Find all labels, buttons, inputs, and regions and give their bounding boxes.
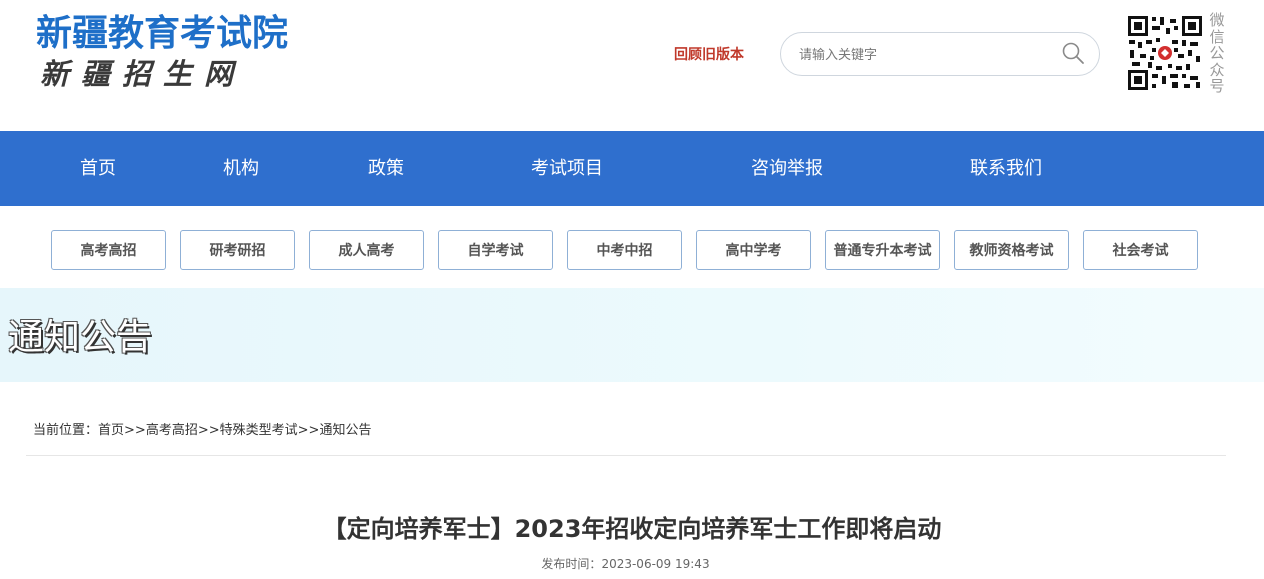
tab-high-school-exam[interactable]: 高中学考 bbox=[696, 230, 811, 270]
main-nav: 首页 机构 政策 考试项目 咨询举报 联系我们 bbox=[0, 131, 1264, 206]
article-title: 【定向培养军士】2023年招收定向培养军士工作即将启动 bbox=[322, 515, 942, 543]
search-input[interactable] bbox=[797, 43, 1051, 67]
nav-item-policy[interactable]: 政策 bbox=[368, 131, 404, 206]
tab-social-exam[interactable]: 社会考试 bbox=[1083, 230, 1198, 270]
breadcrumb-separator: >> bbox=[197, 423, 220, 438]
section-banner: 通知公告 bbox=[0, 288, 1264, 382]
tab-teacher-qualification[interactable]: 教师资格考试 bbox=[954, 230, 1069, 270]
logo-subtitle: 新疆招生网 bbox=[40, 57, 246, 91]
tab-graduate-exam[interactable]: 研考研招 bbox=[180, 230, 295, 270]
breadcrumb-separator: >> bbox=[124, 423, 146, 438]
tab-upgrade-exam[interactable]: 普通专升本考试 bbox=[825, 230, 940, 270]
divider bbox=[26, 455, 1226, 456]
breadcrumb-item-special-exam[interactable]: 特殊类型考试 bbox=[220, 423, 298, 438]
search-box bbox=[780, 32, 1100, 76]
nav-item-exam-projects[interactable]: 考试项目 bbox=[531, 131, 603, 206]
nav-item-home[interactable]: 首页 bbox=[80, 131, 116, 206]
tab-self-study-exam[interactable]: 自学考试 bbox=[438, 230, 553, 270]
search-icon[interactable] bbox=[1061, 41, 1085, 65]
section-title: 通知公告 bbox=[8, 317, 153, 358]
breadcrumb-item-notices[interactable]: 通知公告 bbox=[319, 423, 371, 438]
site-header: 新疆教育考试院 新疆招生网 回顾旧版本 请输入关键字 微信公众号 bbox=[0, 0, 1264, 131]
wechat-qr-code bbox=[1126, 14, 1204, 92]
nav-item-contact[interactable]: 联系我们 bbox=[970, 131, 1042, 206]
publish-label: 发布时间： bbox=[541, 557, 602, 571]
breadcrumb-prefix: 当前位置： bbox=[33, 423, 99, 438]
breadcrumb-separator: >> bbox=[297, 423, 320, 438]
publish-time: 发布时间：2023-06-09 19:43 bbox=[0, 556, 1251, 572]
nav-item-consult-report[interactable]: 咨询举报 bbox=[751, 131, 823, 206]
old-version-link[interactable]: 回顾旧版本 bbox=[674, 46, 744, 64]
breadcrumb-item-home[interactable]: 首页 bbox=[98, 423, 124, 438]
tab-gaokao[interactable]: 高考高招 bbox=[51, 230, 166, 270]
breadcrumb-item-gaokao[interactable]: 高考高招 bbox=[146, 423, 198, 438]
nav-item-organization[interactable]: 机构 bbox=[223, 131, 259, 206]
tab-adult-exam[interactable]: 成人高考 bbox=[309, 230, 424, 270]
publish-datetime: 2023-06-09 19:43 bbox=[601, 557, 710, 571]
wechat-label: 微信公众号 bbox=[1209, 11, 1225, 95]
logo-title[interactable]: 新疆教育考试院 bbox=[36, 12, 288, 56]
exam-category-tabs: 高考高招 研考研招 成人高考 自学考试 中考中招 高中学考 普通专升本考试 教师… bbox=[0, 206, 1264, 288]
breadcrumb: 当前位置：首页>>高考高招>>特殊类型考试>>通知公告 bbox=[33, 422, 371, 440]
tab-zhongkao[interactable]: 中考中招 bbox=[567, 230, 682, 270]
